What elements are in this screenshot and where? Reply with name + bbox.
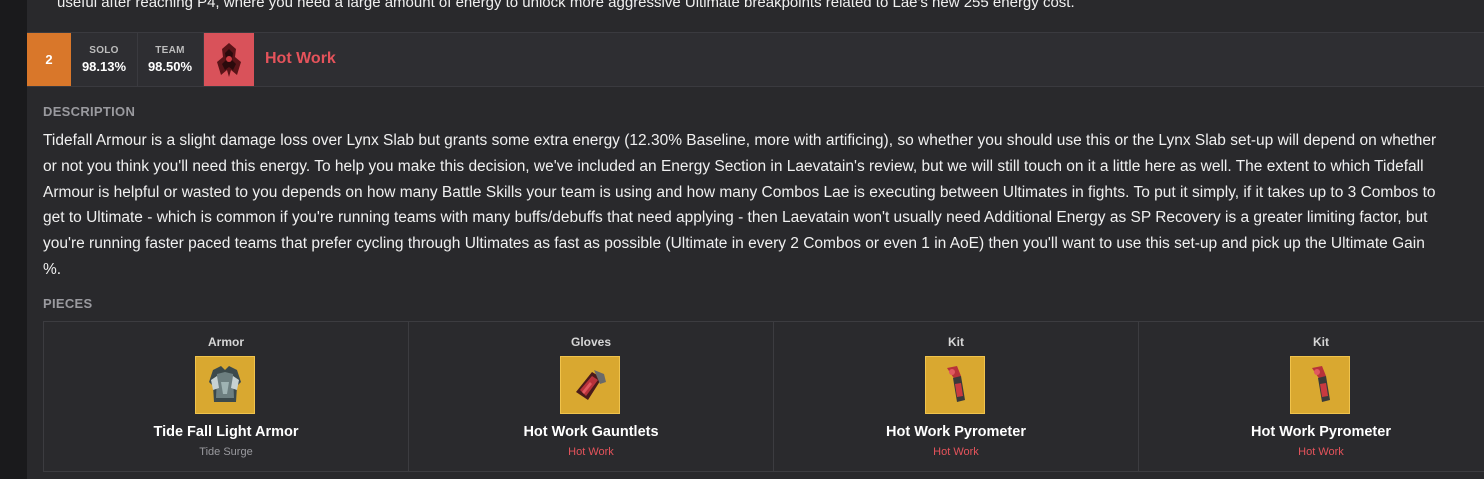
piece-slot: Gloves [570, 335, 612, 349]
team-label: TEAM [155, 45, 185, 56]
pyrometer-icon[interactable] [925, 356, 985, 414]
solo-label: SOLO [89, 45, 119, 56]
rank-badge: 2 [27, 33, 71, 86]
piece-slot: Armor [207, 335, 244, 349]
pyrometer-icon[interactable] [1290, 356, 1350, 414]
piece-set: Hot Work [1298, 446, 1344, 458]
solo-stat: SOLO 98.13% [71, 33, 138, 86]
piece-card[interactable]: Kit Hot Work Pyrometer Hot Work [774, 322, 1139, 471]
team-stat: TEAM 98.50% [137, 33, 204, 86]
piece-set: Hot Work [568, 446, 614, 458]
gauntlets-icon[interactable] [560, 356, 620, 414]
description-line: Tidefall Armour is a slight damage loss … [43, 132, 1437, 149]
piece-card[interactable]: Armor Tide Fall Light Armor Tide Surge [44, 322, 409, 471]
hot-work-set-icon[interactable] [204, 33, 254, 86]
solo-value: 98.13% [81, 59, 127, 74]
description-line: Armour is helpful or wasted to you depen… [43, 183, 1436, 201]
piece-set: Hot Work [933, 446, 979, 458]
piece-name: Hot Work Gauntlets [523, 424, 659, 440]
piece-card[interactable]: Kit Hot Work Pyrometer Hot Work [1139, 322, 1484, 471]
piece-slot: Kit [948, 335, 964, 349]
description-text: Tidefall Armour is a slight damage loss … [43, 128, 1484, 283]
description-line: or not you think you'll need this energy… [43, 157, 1424, 175]
pieces-label: PIECES [43, 296, 93, 311]
description-label: DESCRIPTION [43, 104, 136, 119]
set-name-link[interactable]: Hot Work [265, 50, 336, 68]
piece-slot: Kit [1313, 335, 1329, 349]
intro-text: useful after reaching P4, where you need… [57, 0, 1075, 11]
team-value: 98.50% [147, 59, 193, 74]
set-card: useful after reaching P4, where you need… [27, 0, 1484, 479]
piece-name: Hot Work Pyrometer [1251, 424, 1391, 440]
description-line: %. [43, 260, 62, 278]
piece-card[interactable]: Gloves Hot Work Gauntlets Hot Work [409, 322, 774, 471]
armor-icon[interactable] [195, 356, 255, 414]
left-rail [0, 0, 27, 479]
piece-name: Hot Work Pyrometer [886, 424, 1026, 440]
description-line: you're running faster paced teams that p… [43, 235, 1425, 253]
set-header-row: 2 SOLO 98.13% TEAM 98.50% Hot Work [27, 32, 1484, 87]
piece-set: Tide Surge [199, 446, 253, 458]
description-line: get to Ultimate - which is common if you… [43, 209, 1428, 227]
pieces-grid: Armor Tide Fall Light Armor Tide Surge G… [43, 321, 1484, 472]
piece-name: Tide Fall Light Armor [153, 424, 299, 440]
